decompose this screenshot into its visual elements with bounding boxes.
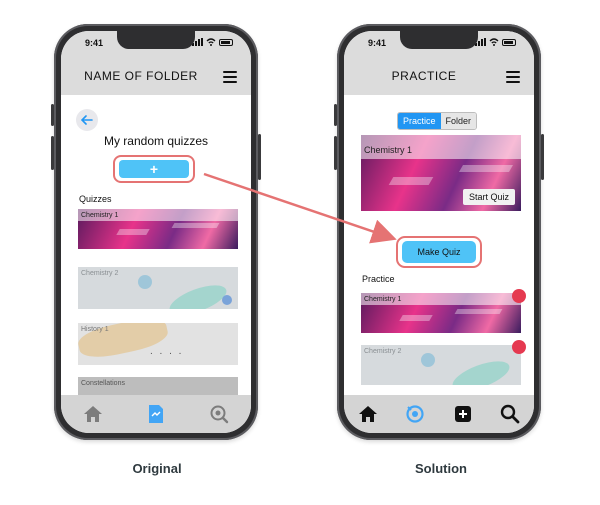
phone-solution: 9:41 PRACTICE Practice Folder Chemistry … <box>334 24 544 440</box>
screen-original: 9:41 NAME OF FOLDER My random quizzes + … <box>61 31 251 433</box>
practice-card[interactable]: Chemistry 1 <box>361 293 521 333</box>
caption-solution: Solution <box>415 461 467 476</box>
delete-dot[interactable] <box>512 340 526 354</box>
arrow-left-icon <box>81 115 93 125</box>
delete-dot[interactable] <box>512 289 526 303</box>
practice-timer-icon[interactable] <box>404 403 426 425</box>
wifi-icon <box>489 38 499 46</box>
practice-card[interactable]: Chemistry 2 <box>361 345 521 385</box>
tab-folder[interactable]: Folder <box>440 113 477 129</box>
quiz-card[interactable]: Chemistry 1 <box>78 209 238 249</box>
section-label: Practice <box>362 274 395 284</box>
folder-title: My random quizzes <box>103 134 209 148</box>
status-time: 9:41 <box>368 38 387 48</box>
quiz-card-label: Chemistry 1 <box>81 212 119 219</box>
section-label: Quizzes <box>79 194 112 204</box>
home-icon[interactable] <box>82 403 104 425</box>
quiz-card[interactable]: History 1 . . . . <box>78 323 238 365</box>
app-header: NAME OF FOLDER <box>61 59 251 95</box>
screen-solution: 9:41 PRACTICE Practice Folder Chemistry … <box>344 31 534 433</box>
battery-icon <box>502 38 516 46</box>
quiz-card-dots: . . . . <box>150 346 184 358</box>
bottom-tab-bar <box>61 395 251 433</box>
practice-folder-toggle: Practice Folder <box>397 112 478 130</box>
plus-square-icon[interactable] <box>452 403 474 425</box>
bottom-tab-bar <box>344 395 534 433</box>
wifi-icon <box>206 38 216 46</box>
home-icon[interactable] <box>357 403 379 425</box>
search-gear-icon[interactable] <box>208 403 230 425</box>
make-quiz-button[interactable]: Make Quiz <box>402 241 476 263</box>
notch <box>117 31 195 49</box>
practice-card-label: Chemistry 2 <box>364 348 402 355</box>
app-header: PRACTICE <box>344 59 534 95</box>
start-quiz-button[interactable]: Start Quiz <box>462 189 515 205</box>
notch <box>400 31 478 49</box>
header-title: PRACTICE <box>391 69 457 83</box>
quiz-card-label: History 1 <box>81 326 109 333</box>
featured-quiz-label: Chemistry 1 <box>364 145 413 155</box>
hamburger-menu-icon[interactable] <box>506 71 520 83</box>
quiz-card-label: Constellations <box>81 380 125 387</box>
quiz-card[interactable]: Chemistry 2 <box>78 267 238 309</box>
status-time: 9:41 <box>85 38 104 48</box>
featured-quiz-card[interactable]: Chemistry 1 Start Quiz <box>361 135 521 211</box>
header-title: NAME OF FOLDER <box>84 69 198 83</box>
phone-original: 9:41 NAME OF FOLDER My random quizzes + … <box>51 24 261 440</box>
battery-icon <box>219 38 233 46</box>
document-icon[interactable] <box>145 403 167 425</box>
practice-card-label: Chemistry 1 <box>364 296 402 303</box>
search-icon[interactable] <box>499 403 521 425</box>
add-quiz-button[interactable]: + <box>119 160 189 178</box>
quiz-card-label: Chemistry 2 <box>81 270 119 277</box>
back-button[interactable] <box>76 109 98 131</box>
tab-practice[interactable]: Practice <box>398 113 441 129</box>
caption-original: Original <box>132 461 182 476</box>
hamburger-menu-icon[interactable] <box>223 71 237 83</box>
